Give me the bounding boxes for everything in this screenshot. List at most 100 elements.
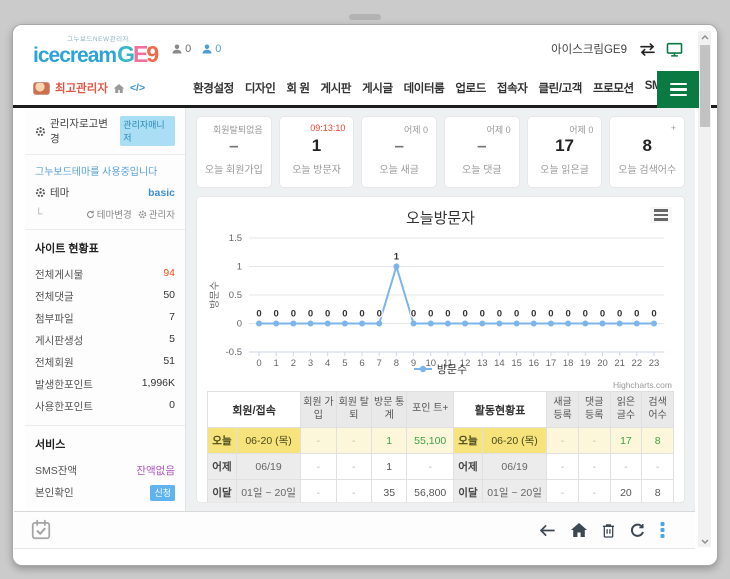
svg-text:0: 0: [291, 309, 296, 320]
svg-text:0: 0: [411, 309, 416, 320]
nav-menu-item[interactable]: 프로모션: [593, 80, 634, 96]
app-logo[interactable]: 그누보드NEW관리자 icecream GE9: [33, 33, 157, 66]
stat-card-label: 오늘 회원가입: [205, 161, 263, 176]
col-leave: 회원 탈퇴: [336, 392, 371, 428]
member-count: 0: [215, 43, 221, 55]
verify-apply-badge[interactable]: 신청: [150, 485, 175, 501]
scrollbar[interactable]: [698, 31, 711, 547]
theme-change-link[interactable]: 테마변경: [86, 207, 132, 221]
window-drag-handle[interactable]: [349, 14, 381, 20]
col-member-access: 회원/접속: [208, 392, 301, 428]
theme-admin-link[interactable]: 관리자: [138, 207, 175, 221]
login-count: 0: [185, 43, 191, 55]
gear-icon: [35, 187, 46, 198]
stat-cards: 회원탈퇴없음 – 오늘 회원가입 09:13:10 1 오늘 방문자 어제 0 …: [196, 116, 685, 188]
chart-legend[interactable]: 방문수: [207, 361, 674, 377]
main-navbar: 최고관리자 </> 환경설정 디자인 회 원 게시판 게시글 데이터룸 업로드 접속자 클린/고…: [13, 71, 717, 108]
nav-menu-item[interactable]: 접속자: [497, 80, 528, 96]
home-icon[interactable]: [571, 523, 587, 537]
stat-card: 09:13:10 1 오늘 방문자: [279, 116, 355, 188]
person-icon: [201, 43, 213, 55]
nav-menu-item[interactable]: 회 원: [286, 80, 309, 96]
stat-card-top: 어제 0: [569, 123, 593, 136]
logo-change-label[interactable]: 관리자로고변경: [50, 116, 116, 146]
nav-menu-item[interactable]: 디자인: [245, 80, 276, 96]
legend-marker-icon: [414, 365, 432, 373]
nav-menu-item[interactable]: 환경설정: [193, 80, 234, 96]
svg-text:0: 0: [651, 309, 656, 320]
chart-plot: -0.500.511.50123456789101112131415161718…: [207, 228, 678, 378]
svg-text:방문수: 방문수: [209, 281, 221, 309]
main-panel: 회원탈퇴없음 – 오늘 회원가입 09:13:10 1 오늘 방문자 어제 0 …: [186, 108, 695, 511]
swap-icon[interactable]: [639, 43, 656, 56]
col-searches: 검색 어수: [642, 392, 674, 428]
svg-text:0: 0: [583, 309, 588, 320]
chart-menu-icon[interactable]: [650, 207, 672, 223]
home-icon[interactable]: [113, 83, 125, 94]
svg-text:1: 1: [237, 262, 242, 273]
content-area: 관리자로고변경 관리자매니저 그누보드테마를 사용중입니다 테마 basic └: [25, 108, 695, 511]
site-stat-row: 첨부파일 7: [35, 307, 175, 329]
admin-manager-badge[interactable]: 관리자매니저: [120, 116, 175, 146]
bottom-toolbar: [14, 511, 695, 549]
table-row: 어제 06/19 - - 1 - 어제 06/19 - - -: [208, 454, 674, 480]
stats-table: 회원/접속 회원 가입 회원 탈퇴 방문 통계 포인 트+ 활동현황표 새글 등…: [207, 391, 674, 503]
stat-card: 어제 0 – 오늘 새글: [361, 116, 437, 188]
stat-card-top: 어제 0: [404, 123, 428, 136]
stat-card-value: 17: [555, 136, 574, 156]
admin-name[interactable]: 최고관리자: [55, 80, 108, 96]
stat-card: 어제 0 – 오늘 댓글: [444, 116, 520, 188]
table-row: 이달 01일 ~ 20일 - - 35 56,800 이달 01일 ~ 20일 …: [208, 480, 674, 504]
nav-menu-item[interactable]: 게시판: [321, 80, 352, 96]
chevron-down-icon[interactable]: [698, 535, 711, 547]
svg-text:0: 0: [531, 309, 536, 320]
trash-icon[interactable]: [602, 523, 615, 538]
scrollbar-thumb[interactable]: [700, 45, 710, 127]
login-counter[interactable]: 0: [171, 43, 191, 55]
admin-avatar[interactable]: [33, 82, 50, 95]
col-comments: 댓글 등록: [578, 392, 610, 428]
nav-menu-item[interactable]: 업로드: [455, 80, 486, 96]
chevron-up-icon[interactable]: [698, 31, 711, 43]
sidebar: 관리자로고변경 관리자매니저 그누보드테마를 사용중입니다 테마 basic └: [25, 108, 186, 511]
nav-menu-item[interactable]: 클린/고객: [538, 80, 582, 96]
svg-text:-0.5: -0.5: [226, 347, 242, 358]
stat-card: 회원탈퇴없음 – 오늘 회원가입: [196, 116, 272, 188]
theme-label: 테마: [50, 185, 69, 200]
svg-text:0: 0: [634, 309, 639, 320]
svg-text:0: 0: [480, 309, 485, 320]
stat-card: + 8 오늘 검색어수: [609, 116, 685, 188]
svg-text:0: 0: [428, 309, 433, 320]
refresh-icon: [86, 210, 95, 219]
code-icon[interactable]: </>: [130, 82, 145, 94]
svg-text:0: 0: [565, 309, 570, 320]
stat-card-label: 오늘 새글: [379, 161, 419, 176]
stat-card-top: 회원탈퇴없음: [213, 123, 263, 136]
svg-text:0: 0: [359, 309, 364, 320]
theme-value[interactable]: basic: [148, 187, 175, 199]
stat-card: 어제 0 17 오늘 읽은글: [527, 116, 603, 188]
col-join: 회원 가입: [301, 392, 336, 428]
admin-group: 최고관리자 </>: [33, 80, 145, 96]
monitor-icon[interactable]: [666, 42, 683, 57]
svg-text:0: 0: [377, 309, 382, 320]
clipboard-icon[interactable]: [30, 519, 52, 541]
more-dots-icon[interactable]: [660, 522, 665, 538]
legend-label: 방문수: [437, 361, 467, 377]
nav-menu-item[interactable]: 게시글: [362, 80, 393, 96]
svg-text:1: 1: [394, 252, 400, 263]
member-counter[interactable]: 0: [201, 43, 221, 55]
stat-card-label: 오늘 댓글: [462, 161, 502, 176]
chart-credits: Highcharts.com: [613, 380, 672, 390]
svg-text:0: 0: [445, 309, 450, 320]
stat-card-label: 오늘 검색어수: [618, 161, 676, 176]
svg-text:0: 0: [617, 309, 622, 320]
nav-menu-item[interactable]: 데이터룸: [404, 80, 445, 96]
col-visits: 방문 통계: [372, 392, 407, 428]
stat-card-value: 8: [642, 136, 651, 156]
back-icon[interactable]: [539, 524, 556, 537]
reload-icon[interactable]: [630, 523, 645, 538]
site-status-title: 사이트 현황표: [35, 240, 175, 256]
sms-balance[interactable]: 잔액없음: [136, 463, 175, 478]
hamburger-menu-button[interactable]: [657, 71, 699, 108]
